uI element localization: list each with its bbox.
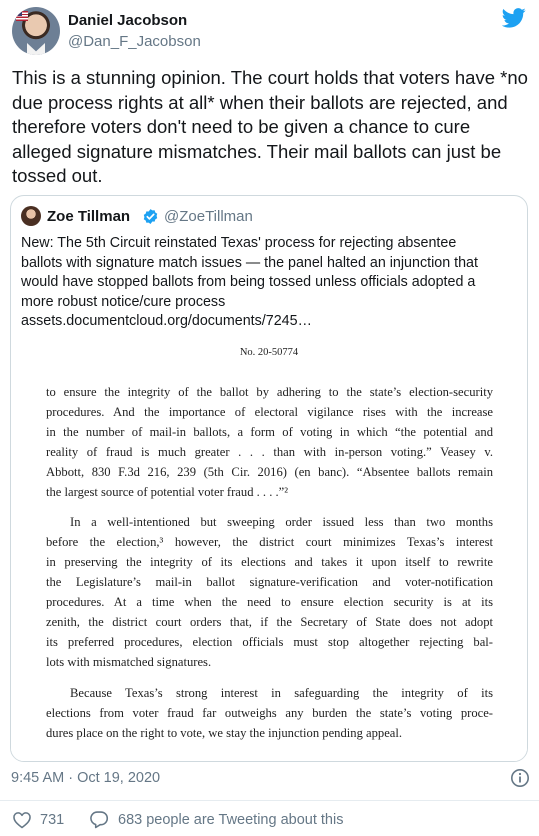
document-line: In a well-intentioned but sweeping order… [70, 515, 493, 529]
tweet-header: Daniel Jacobson @Dan_F_Jacobson [12, 7, 527, 57]
document-line: dures place on the right to vote, we sta… [46, 726, 403, 740]
tweet-timestamp[interactable]: 9:45 AM · Oct 19, 2020 [11, 770, 160, 786]
document-line: the Legislature’s mail-in ballot signatu… [46, 575, 493, 589]
author-avatar[interactable] [12, 7, 60, 55]
document-line: reality of fraud is much greater . . . t… [46, 445, 493, 459]
document-line: procedures. And the importance of electo… [46, 405, 493, 419]
document-case-number: No. 20-50774 [239, 347, 299, 358]
quoted-text-line: more robust notice/cure process [21, 293, 226, 310]
document-line: in the number of mail-in ballots, a form… [46, 425, 493, 439]
author-name[interactable]: Daniel Jacobson [68, 12, 187, 29]
twitter-bird-icon[interactable] [502, 8, 526, 28]
quoted-text-link[interactable]: assets.documentcloud.org/documents/7245… [21, 312, 517, 332]
document-line: the largest source of potential voter fr… [46, 485, 289, 499]
document-image[interactable]: No. 20-50774 to ensure the integrity of … [11, 334, 527, 761]
divider [0, 800, 539, 801]
document-line: procedures. At a time when the need to e… [46, 595, 493, 609]
shirt-collar [27, 43, 45, 55]
quoted-tweet-card[interactable]: Zoe Tillman @ZoeTillman New: The 5th Cir… [10, 195, 528, 762]
document-line: Because Texas’s strong interest in safeg… [70, 686, 493, 700]
document-line: its preferred procedures, election offic… [46, 635, 493, 649]
tweet-text: This is a stunning opinion. The court ho… [12, 67, 528, 186]
info-icon[interactable] [510, 768, 530, 788]
quoted-author-name: Zoe Tillman [47, 208, 131, 225]
document-line: lots with mismatched signatures. [46, 655, 212, 669]
document-line: before the election,³ however, the distr… [46, 535, 493, 549]
heart-icon[interactable] [12, 811, 32, 829]
like-count[interactable]: 731 [40, 812, 64, 828]
document-line: to ensure the integrity of the ballot by… [46, 385, 493, 399]
quoted-tweet-text: New: The 5th Circuit reinstated Texas' p… [21, 234, 517, 332]
author-handle[interactable]: @Dan_F_Jacobson [68, 33, 201, 50]
document-line: in preserving the integrity of its elect… [46, 555, 493, 569]
document-line: zenith, the district court orders that, … [46, 615, 493, 629]
document-line: Abbott, 830 F.3d 216, 239 (5th Cir. 2016… [46, 465, 493, 479]
quoted-text-line: would have stopped ballots from being to… [21, 274, 476, 290]
quoted-text-line: New: The 5th Circuit reinstated Texas' p… [21, 235, 457, 251]
people-tweeting-link[interactable]: 683 people are Tweeting about this [118, 812, 343, 828]
quoted-text-line: ballots with signature match issues — th… [21, 254, 478, 271]
document-line: elections from voter fraud far outweighs… [46, 706, 493, 720]
quoted-author-avatar [21, 206, 41, 226]
verified-badge-icon [143, 209, 158, 224]
quoted-author-handle: @ZoeTillman [164, 208, 253, 225]
flag-pin [16, 11, 28, 21]
speech-bubble-icon[interactable] [89, 810, 109, 829]
